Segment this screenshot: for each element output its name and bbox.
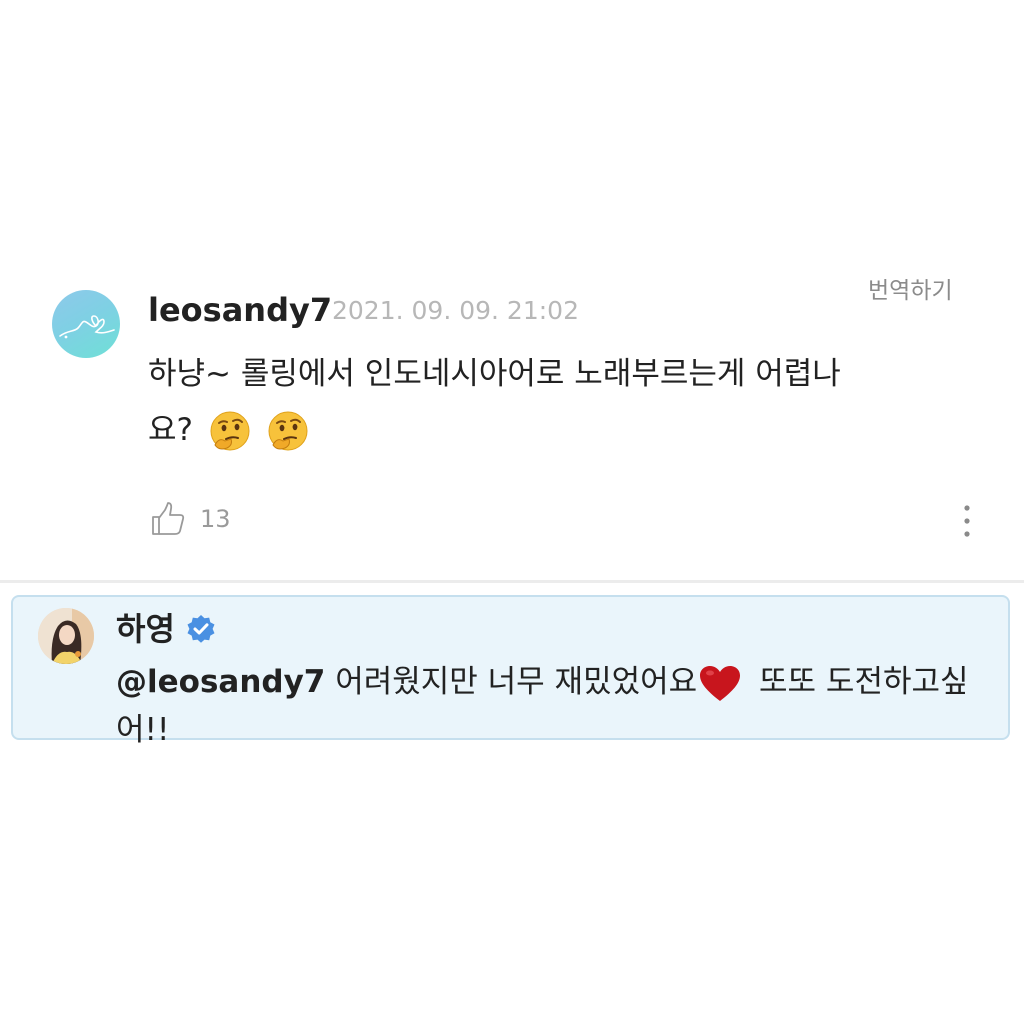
red-heart-emoji-icon bbox=[700, 665, 741, 701]
comment-page: leosandy7 2021. 09. 09. 21:02 번역하기 하냥~ 롤… bbox=[0, 0, 1024, 1024]
thinking-face-emoji-icon bbox=[268, 411, 308, 450]
verified-badge-icon bbox=[187, 615, 215, 643]
comment-text: 하냥~ 롤링에서 인도네시아어로 노래부르는게 어렵나요? bbox=[148, 356, 841, 448]
reply-body: @leosandy7 어려웠지만 너무 재밌었어요 또또 도전하고싶어!! bbox=[116, 658, 986, 754]
section-divider bbox=[0, 580, 1024, 583]
heart-doodle-icon bbox=[59, 315, 115, 339]
like-count: 13 bbox=[200, 505, 231, 533]
reply-author-avatar[interactable] bbox=[38, 608, 94, 664]
mention-link[interactable]: @leosandy7 bbox=[116, 664, 325, 700]
reply-text-part-1: 어려웠지만 너무 재밌었어요 bbox=[325, 664, 698, 700]
reply-author-name[interactable]: 하영 bbox=[116, 610, 175, 648]
profile-photo-icon bbox=[38, 608, 94, 664]
translate-button[interactable]: 번역하기 bbox=[868, 276, 953, 306]
more-options-icon[interactable] bbox=[955, 504, 979, 538]
comment-body: 하냥~ 롤링에서 인도네시아어로 노래부르는게 어렵나요? bbox=[148, 346, 848, 458]
thumbs-up-icon[interactable] bbox=[150, 501, 186, 537]
thinking-face-emoji-icon bbox=[210, 411, 250, 450]
comment-timestamp: 2021. 09. 09. 21:02 bbox=[332, 296, 579, 325]
commenter-avatar[interactable] bbox=[52, 290, 120, 358]
commenter-username[interactable]: leosandy7 bbox=[148, 290, 332, 330]
